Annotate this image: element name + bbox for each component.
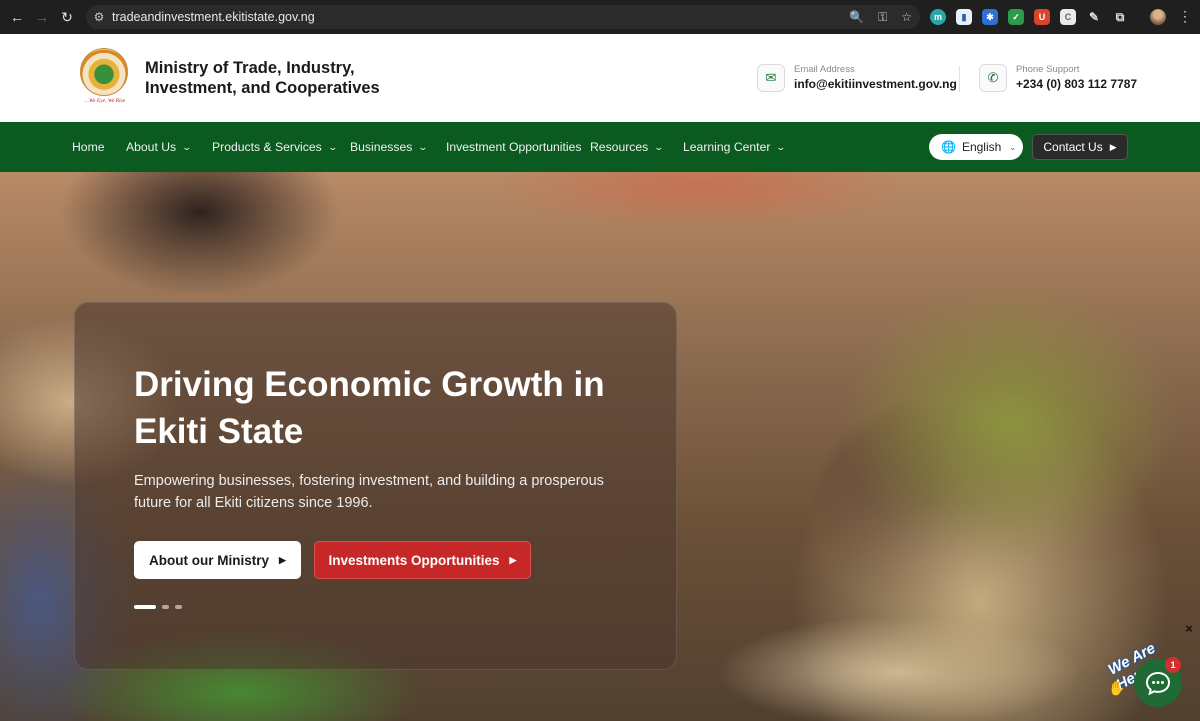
phone-label: Phone Support [1016,64,1080,75]
nav-investment-opportunities-label: Investment Opportunities [446,140,582,154]
chat-unread-badge: 1 [1165,657,1181,673]
nav-investment-opportunities[interactable]: Investment Opportunities [446,122,582,172]
chevron-down-icon: ⌄ [181,141,193,152]
phone-contact[interactable]: ✆ Phone Support +234 (0) 803 112 7787 [979,64,1137,92]
nav-resources[interactable]: Resources ⌄ [590,122,665,172]
language-selector[interactable]: 🌐 English ⌄ [929,134,1023,160]
about-ministry-button[interactable]: About our Ministry ▶ [134,541,301,579]
browser-toolbar: ← → ↻ ⚙ tradeandinvestment.ekitistate.go… [0,0,1200,34]
slider-dot-2[interactable] [162,605,169,609]
hero-subtitle: Empowering businesses, fostering investm… [134,473,604,511]
url-text[interactable]: tradeandinvestment.ekitistate.gov.ng [112,10,315,24]
language-label: English [961,140,1002,154]
contact-us-label: Contact Us [1043,140,1103,154]
nav-learning-center-label: Learning Center [683,140,771,154]
eyedropper-icon[interactable]: ✎ [1086,9,1102,25]
about-ministry-label: About our Ministry [149,552,270,568]
email-label: Email Address [794,64,855,75]
investment-opportunities-label: Investments Opportunities [328,552,500,568]
zoom-icon[interactable]: 🔍 [849,10,864,24]
nav-resources-label: Resources [590,140,649,154]
nav-businesses[interactable]: Businesses ⌄ [350,122,429,172]
forward-icon[interactable]: → [30,5,54,29]
password-key-icon[interactable]: ⚿ [878,10,887,25]
caret-right-icon: ▶ [279,554,286,565]
nav-home-label: Home [72,140,105,154]
phone-value[interactable]: +234 (0) 803 112 7787 [1016,76,1137,92]
browser-menu-icon[interactable]: ⋮ [1178,8,1192,24]
nav-home[interactable]: Home [72,122,105,172]
email-contact[interactable]: ✉ Email Address info@ekitiinvestment.gov… [757,64,957,92]
header-divider [959,66,960,92]
slider-dot-3[interactable] [175,605,182,609]
nav-about-us[interactable]: About Us ⌄ [126,122,193,172]
extension-doc-icon[interactable]: ▮ [956,9,972,25]
nav-about-us-label: About Us [126,140,177,154]
hero-title: Driving Economic Growth in Ekiti State [134,365,605,451]
chevron-down-icon: ⌄ [653,141,665,152]
extension-c-icon[interactable]: C [1060,9,1076,25]
profile-avatar[interactable] [1150,9,1166,25]
email-value[interactable]: info@ekitiinvestment.gov.ng [794,76,957,92]
extension-gear-icon[interactable]: ✱ [982,9,998,25]
chat-bubble-icon [1145,671,1171,695]
chevron-down-icon: ⌄ [775,141,787,152]
nav-products-services[interactable]: Products & Services ⌄ [212,122,338,172]
extension-brave-icon[interactable]: U [1034,9,1050,25]
site-header: ...We Eye, We Rise Ministry of Trade, In… [0,34,1200,122]
bookmark-star-icon[interactable]: ☆ [901,10,912,24]
play-arrow-icon: ▶ [1109,141,1117,152]
extension-shield-icon[interactable]: ✓ [1008,9,1024,25]
main-navbar: Home About Us ⌄ Products & Services ⌄ Busi… [0,122,1200,172]
phone-icon: ✆ [979,64,1007,92]
slider-dots [134,605,182,609]
slider-dot-1[interactable] [134,605,156,609]
chevron-down-icon: ⌄ [417,141,429,152]
caret-right-icon: ▶ [509,554,517,565]
globe-icon: 🌐 [941,140,956,154]
chevron-down-icon: ⌄ [1009,142,1017,152]
contact-us-button[interactable]: Contact Us ▶ [1032,134,1128,160]
nav-businesses-label: Businesses [350,140,413,154]
extensions-puzzle-icon[interactable]: ⧉ [1112,9,1128,25]
ministry-name[interactable]: Ministry of Trade, Industry, Investment,… [145,58,405,98]
state-seal-logo[interactable] [80,48,128,96]
extension-m-icon[interactable]: m [930,9,946,25]
nav-learning-center[interactable]: Learning Center ⌄ [683,122,787,172]
address-bar[interactable]: ⚙ tradeandinvestment.ekitistate.gov.ng 🔍… [86,5,920,29]
back-icon[interactable]: ← [5,5,29,29]
envelope-icon: ✉ [757,64,785,92]
seal-motto: ...We Eye, We Rise [84,98,126,104]
nav-products-services-label: Products & Services [212,140,322,154]
investment-opportunities-button[interactable]: Investments Opportunities ▶ [314,541,531,579]
extensions-row: m ▮ ✱ ✓ U C ✎ ⧉ [930,0,1128,34]
site-info-icon[interactable]: ⚙ [86,10,112,24]
reload-icon[interactable]: ↻ [55,5,79,29]
waving-hand-icon: ✋ [1108,680,1126,696]
chevron-down-icon: ⌄ [327,141,338,152]
hero-banner: Driving Economic Growth in Ekiti State E… [0,172,1200,721]
